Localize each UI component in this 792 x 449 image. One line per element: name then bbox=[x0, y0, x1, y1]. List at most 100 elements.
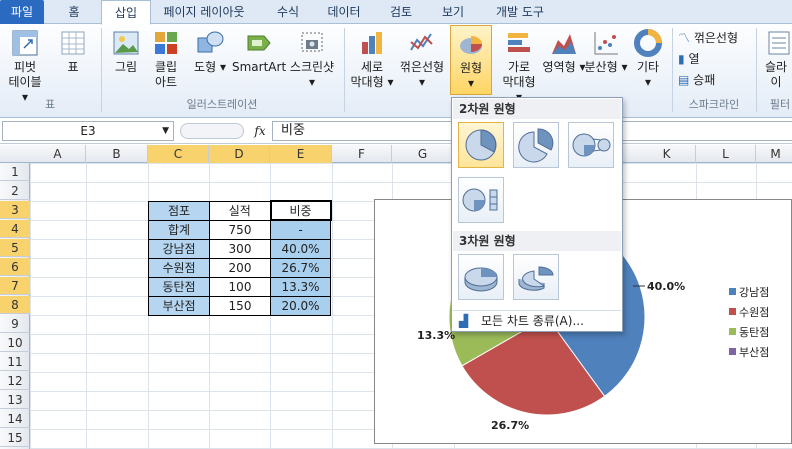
bar-of-pie-icon bbox=[462, 188, 498, 212]
area-chart-button[interactable]: 영역형 ▾ bbox=[542, 28, 586, 75]
tab-4[interactable]: 수식 bbox=[265, 0, 311, 24]
gallery-section-2d: 2차원 원형 bbox=[453, 99, 621, 119]
row-header-3[interactable]: 3 bbox=[0, 201, 30, 219]
value-cell[interactable]: 300 bbox=[209, 238, 271, 259]
row-header-14[interactable]: 14 bbox=[0, 410, 30, 428]
column-header-K[interactable]: K bbox=[638, 145, 696, 163]
slicer-icon bbox=[768, 31, 790, 55]
pivot-table-icon bbox=[12, 30, 38, 56]
name-box-dropdown-icon[interactable]: ▼ bbox=[162, 122, 169, 140]
column-header-A[interactable]: A bbox=[30, 145, 86, 163]
pivot-label-1: 피벗 bbox=[13, 60, 37, 74]
tab-5[interactable]: 데이터 bbox=[316, 0, 372, 24]
pie-chart-icon bbox=[460, 36, 482, 54]
column-header-G[interactable]: G bbox=[392, 145, 454, 163]
row-header-4[interactable]: 4 bbox=[0, 220, 30, 238]
name-box[interactable]: E3 ▼ bbox=[2, 121, 174, 141]
share-cell[interactable]: - bbox=[270, 219, 331, 240]
value-cell[interactable]: 200 bbox=[209, 257, 271, 278]
line-chart-button[interactable]: 꺾은선형 ▾ bbox=[398, 28, 446, 90]
clipart-button[interactable]: 클립 아트 bbox=[148, 28, 184, 90]
scatter-chart-label: 분산형 bbox=[584, 60, 618, 74]
gallery-item-pie-of-pie[interactable] bbox=[568, 122, 614, 168]
share-cell[interactable]: 26.7% bbox=[270, 257, 331, 278]
store-cell[interactable]: 합계 bbox=[148, 219, 210, 240]
column-header-D[interactable]: D bbox=[209, 145, 270, 163]
tab-2[interactable]: 삽입 bbox=[101, 0, 151, 25]
all-chart-types-button[interactable]: ▟ 모든 차트 종류(A)... bbox=[453, 310, 621, 330]
gallery-item-pie-3d[interactable] bbox=[458, 254, 504, 300]
exploded-pie-2d-icon bbox=[518, 128, 554, 163]
tab-3[interactable]: 페이지 레이아웃 bbox=[151, 0, 257, 24]
tab-1[interactable]: 홈 bbox=[52, 0, 96, 24]
row-header-7[interactable]: 7 bbox=[0, 277, 30, 295]
tab-8[interactable]: 개발 도구 bbox=[484, 0, 556, 24]
row-header-6[interactable]: 6 bbox=[0, 258, 30, 276]
header-cell[interactable]: 실적 bbox=[209, 200, 271, 221]
other-chart-button[interactable]: 기타 ▾ bbox=[628, 28, 668, 90]
store-cell[interactable]: 동탄점 bbox=[148, 276, 210, 297]
value-cell[interactable]: 750 bbox=[209, 219, 271, 240]
column-header-E[interactable]: E bbox=[270, 145, 332, 163]
row-header-2[interactable]: 2 bbox=[0, 182, 30, 200]
picture-button[interactable]: 그림 bbox=[108, 28, 144, 75]
sparkline-line-button[interactable]: 〽 꺾은선형 bbox=[678, 30, 738, 46]
formula-bar-expander[interactable] bbox=[180, 123, 244, 139]
legend-swatch bbox=[729, 348, 736, 355]
gallery-item-exploded-pie-2d[interactable] bbox=[513, 122, 559, 168]
value-cell[interactable]: 150 bbox=[209, 295, 271, 316]
pie-chart-button[interactable]: 원형 ▾ bbox=[450, 25, 492, 95]
value-cell[interactable]: 100 bbox=[209, 276, 271, 297]
smartart-button[interactable]: SmartArt bbox=[232, 28, 286, 75]
pivot-table-button[interactable]: 피벗 테이블 ▾ bbox=[6, 28, 44, 105]
column-header-M[interactable]: M bbox=[756, 145, 792, 163]
scatter-chart-icon bbox=[594, 32, 618, 55]
exploded-pie-3d-icon bbox=[518, 266, 554, 291]
share-cell[interactable]: 13.3% bbox=[270, 276, 331, 297]
row-header-1[interactable]: 1 bbox=[0, 163, 30, 181]
gallery-item-bar-of-pie[interactable] bbox=[458, 177, 504, 223]
tab-7[interactable]: 보기 bbox=[430, 0, 476, 24]
table-row: 합계 750- bbox=[148, 219, 331, 240]
table-button[interactable]: 표 bbox=[56, 28, 90, 75]
row-header-5[interactable]: 5 bbox=[0, 239, 30, 257]
shapes-button[interactable]: 도형 ▾ bbox=[190, 28, 230, 75]
store-cell[interactable]: 부산점 bbox=[148, 295, 210, 316]
column-header-L[interactable]: L bbox=[696, 145, 756, 163]
share-cell[interactable]: 40.0% bbox=[270, 238, 331, 259]
insert-function-button[interactable]: fx bbox=[250, 121, 270, 141]
table-icon bbox=[61, 31, 85, 55]
table-header-row: 점포 실적 비중 bbox=[148, 200, 332, 221]
tab-6[interactable]: 검토 bbox=[378, 0, 424, 24]
share-cell[interactable]: 20.0% bbox=[270, 295, 331, 316]
screenshot-icon bbox=[301, 32, 323, 52]
header-cell[interactable]: 점포 bbox=[148, 200, 210, 221]
gallery-item-pie-2d[interactable] bbox=[458, 122, 504, 168]
screenshot-button[interactable]: 스크린샷 ▾ bbox=[286, 28, 338, 90]
data-label-suwon: 26.7% bbox=[491, 419, 530, 432]
tab-0[interactable]: 파일 bbox=[0, 0, 44, 24]
row-headers: 1 2 3 4 5 6 7 8 9 10 11 12 13 14 15 bbox=[0, 163, 30, 449]
gallery-item-exploded-pie-3d[interactable] bbox=[513, 254, 559, 300]
bar-chart-button[interactable]: 가로 막대형 ▾ bbox=[498, 28, 540, 105]
row-header-10[interactable]: 10 bbox=[0, 334, 30, 352]
header-cell-selected[interactable]: 비중 bbox=[269, 200, 332, 221]
chart-types-icon: ▟ bbox=[459, 314, 469, 328]
store-cell[interactable]: 수원점 bbox=[148, 257, 210, 278]
row-header-12[interactable]: 12 bbox=[0, 372, 30, 390]
pie-chart-gallery: 2차원 원형 3차원 원형 ▟ 모든 차트 종류(A)... bbox=[451, 97, 623, 332]
store-cell[interactable]: 강남점 bbox=[148, 238, 210, 259]
scatter-chart-button[interactable]: 분산형 ▾ bbox=[584, 28, 628, 75]
column-chart-button[interactable]: 세로 막대형 ▾ bbox=[350, 28, 394, 90]
row-header-15[interactable]: 15 bbox=[0, 429, 30, 447]
sparkline-winloss-button[interactable]: ▤ 승패 bbox=[678, 72, 715, 88]
row-header-13[interactable]: 13 bbox=[0, 391, 30, 409]
row-header-11[interactable]: 11 bbox=[0, 353, 30, 371]
sparkline-column-button[interactable]: ▮ 열 bbox=[678, 51, 699, 67]
column-header-B[interactable]: B bbox=[86, 145, 148, 163]
row-header-8[interactable]: 8 bbox=[0, 296, 30, 314]
column-header-F[interactable]: F bbox=[332, 145, 392, 163]
row-header-9[interactable]: 9 bbox=[0, 315, 30, 333]
column-header-C[interactable]: C bbox=[148, 145, 209, 163]
slicer-button[interactable]: 슬라이 bbox=[760, 28, 792, 90]
